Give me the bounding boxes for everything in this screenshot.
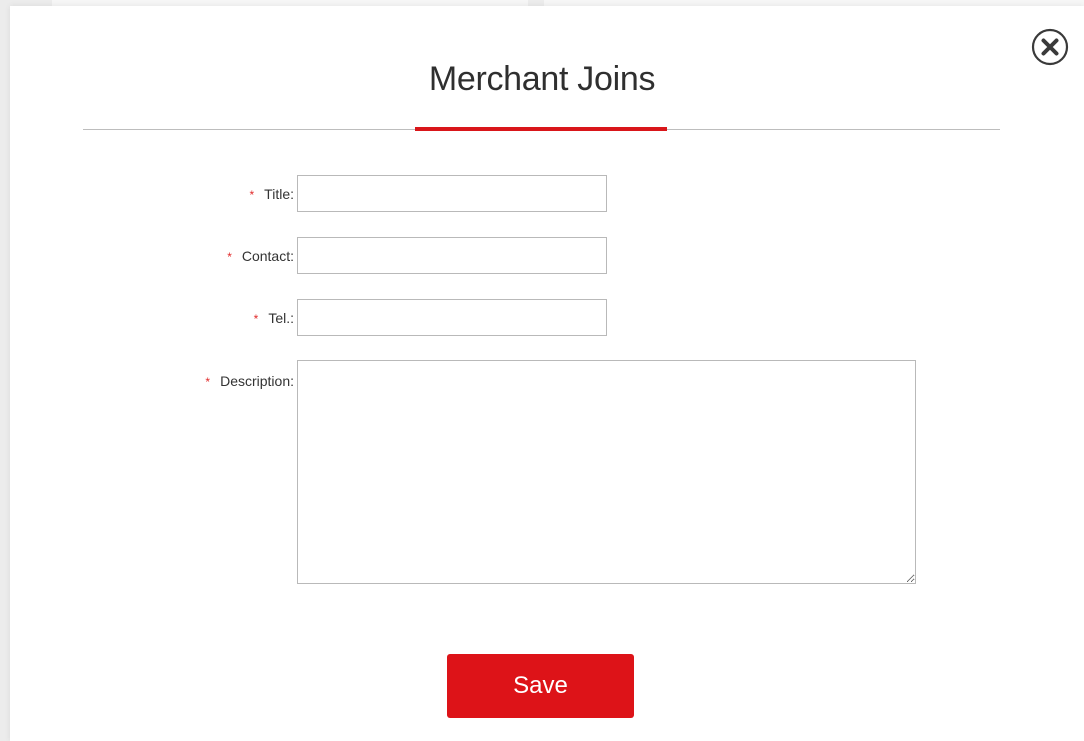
title-label-row: * Title:	[200, 186, 295, 202]
description-label-row: * Description:	[140, 373, 294, 389]
title-label: Title:	[264, 186, 294, 202]
tel-label-row: * Tel.:	[200, 310, 294, 326]
contact-input[interactable]	[297, 237, 607, 274]
contact-label-row: * Contact:	[160, 248, 294, 264]
title-accent-bar	[415, 127, 667, 131]
title-input[interactable]	[297, 175, 607, 212]
description-textarea[interactable]	[297, 360, 916, 584]
save-button[interactable]: Save	[447, 654, 634, 718]
contact-label: Contact:	[241, 248, 294, 264]
required-marker: *	[253, 312, 259, 326]
required-marker: *	[249, 188, 255, 202]
required-marker: *	[205, 375, 211, 389]
required-marker: *	[227, 250, 232, 264]
tel-input[interactable]	[297, 299, 607, 336]
tel-label: Tel.:	[268, 310, 294, 326]
dialog-title: Merchant Joins	[428, 60, 656, 98]
description-label: Description:	[220, 373, 294, 389]
